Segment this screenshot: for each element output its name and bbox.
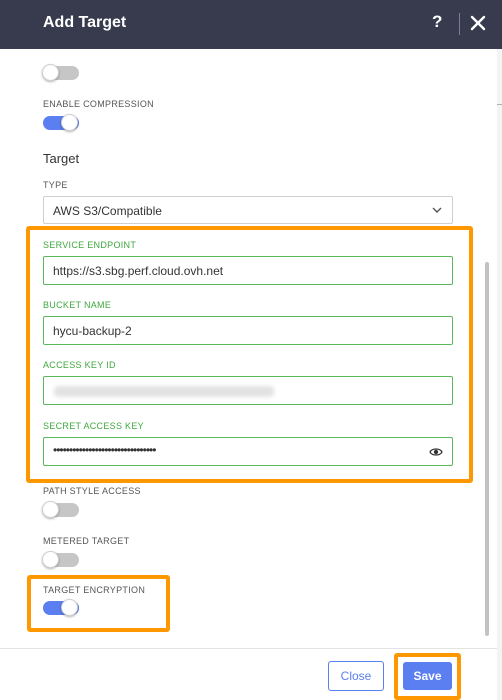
- toggle-knob: [61, 114, 78, 131]
- path-style-access-label: PATH STYLE ACCESS: [43, 486, 141, 496]
- close-icon: [470, 15, 486, 31]
- help-button[interactable]: ?: [432, 12, 442, 32]
- dialog-title: Add Target: [43, 14, 127, 31]
- toggle-knob: [42, 501, 59, 518]
- previous-toggle[interactable]: [42, 64, 79, 81]
- enable-compression-toggle[interactable]: [43, 114, 79, 131]
- path-style-access-toggle[interactable]: [42, 501, 79, 518]
- save-button[interactable]: Save: [403, 662, 452, 690]
- close-dialog-button[interactable]: Close: [328, 661, 384, 691]
- header-divider: [459, 13, 460, 35]
- chevron-down-icon: [432, 207, 442, 213]
- window-edge-mark: [497, 104, 502, 105]
- enable-compression-label: ENABLE COMPRESSION: [43, 99, 154, 109]
- scrollbar[interactable]: [485, 262, 489, 636]
- dialog-header: Add Target ?: [0, 0, 502, 49]
- footer-divider: [0, 648, 497, 649]
- metered-target-toggle[interactable]: [42, 551, 79, 568]
- section-title-target: Target: [43, 151, 80, 166]
- toggle-knob: [42, 551, 59, 568]
- toggle-knob: [42, 64, 59, 81]
- close-button[interactable]: [469, 12, 487, 34]
- window-edge: [497, 49, 502, 700]
- highlight-credentials: [26, 226, 473, 483]
- type-label: TYPE: [43, 180, 68, 190]
- highlight-encryption: [27, 575, 170, 632]
- metered-target-label: METERED TARGET: [43, 536, 130, 546]
- type-select-value: AWS S3/Compatible: [53, 204, 162, 218]
- type-select[interactable]: AWS S3/Compatible: [43, 196, 453, 224]
